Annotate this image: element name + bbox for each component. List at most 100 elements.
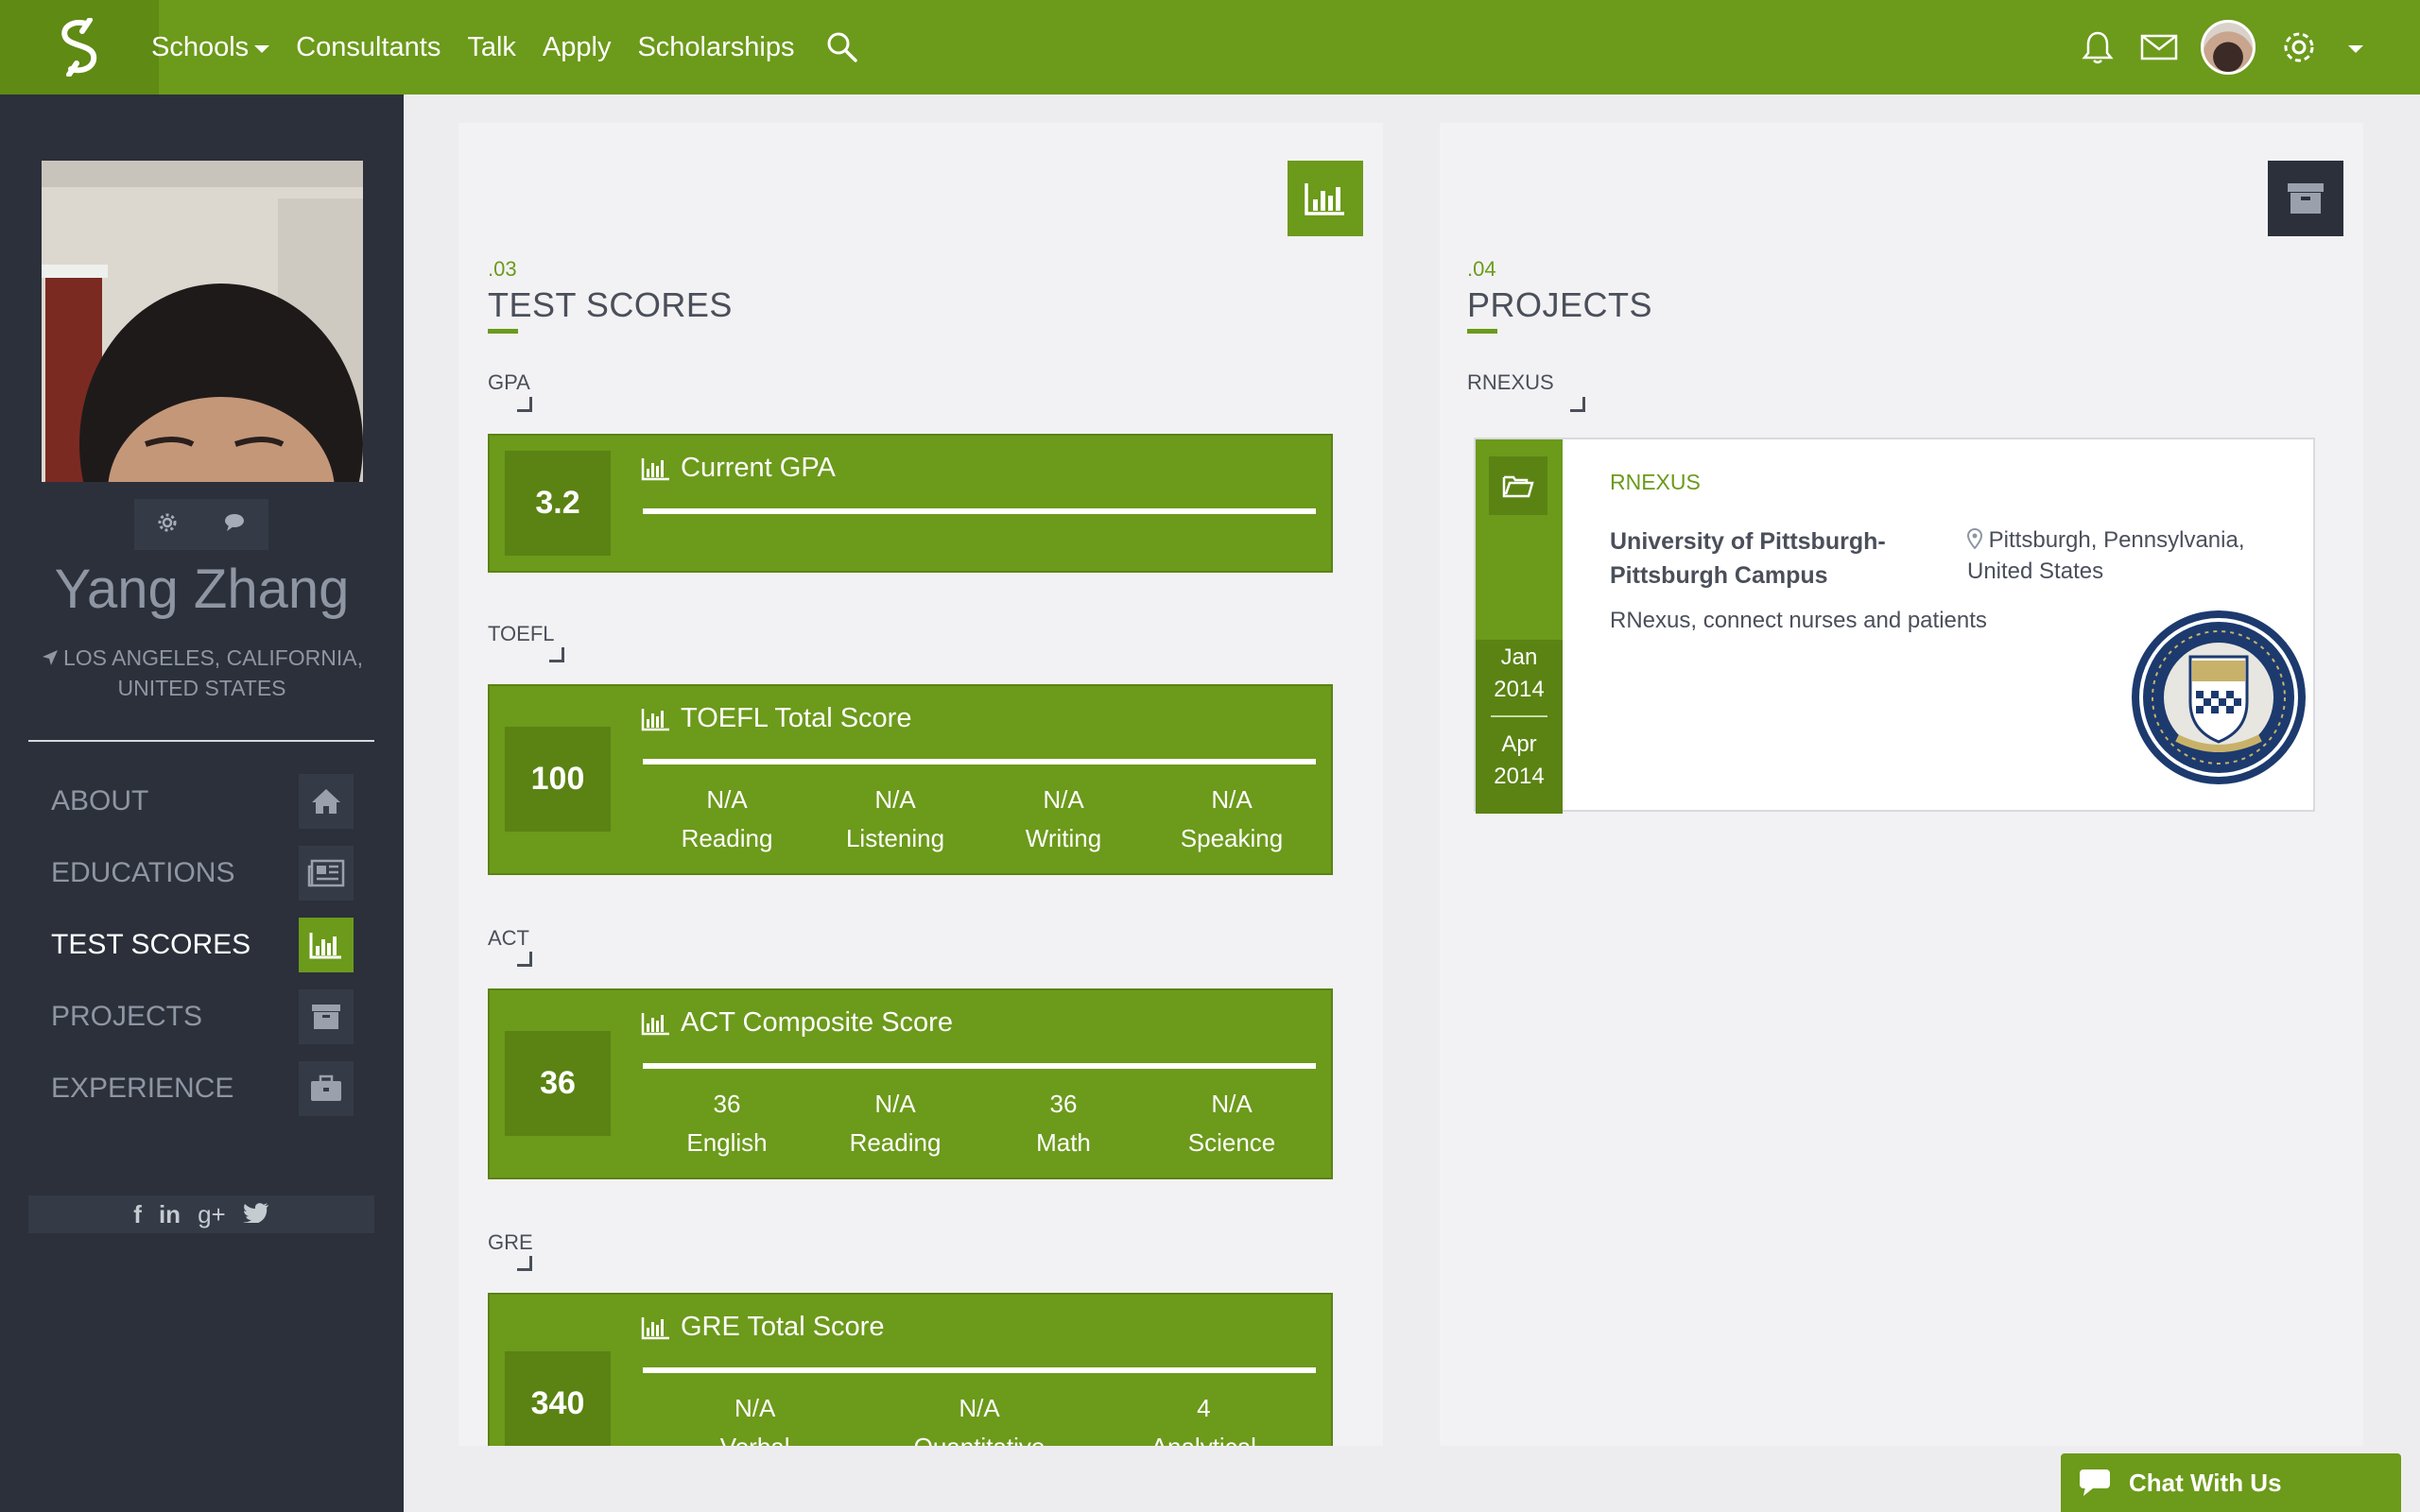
main-nav: Schools Consultants Talk Apply Scholarsh… [151, 0, 885, 94]
bar-chart-icon [641, 1316, 669, 1339]
nav-schools-label: Schools [151, 31, 250, 62]
google-plus-icon[interactable]: g+ [198, 1200, 226, 1229]
act-card: 36 ACT Composite Score 36 English N/A Read… [488, 988, 1333, 1179]
gpa-label: GPA [488, 370, 530, 394]
gpa-bar [643, 508, 1316, 514]
subscore: N/A Writing [979, 781, 1148, 858]
section-title: TEST SCORES [488, 285, 733, 324]
comment-icon [2080, 1469, 2110, 1496]
comment-icon[interactable] [223, 512, 246, 538]
gre-score: 340 [505, 1351, 611, 1446]
sidebar-item-about[interactable]: ABOUT [51, 765, 354, 837]
corner-mark [517, 1256, 532, 1271]
bar-chart-icon [641, 708, 669, 730]
sidebar-item-label: TEST SCORES [51, 929, 251, 960]
archive-icon [299, 989, 354, 1044]
sidebar: Yang Zhang LOS ANGELES, CALIFORNIA, UNIT… [0, 94, 404, 1512]
corner-mark [517, 952, 532, 967]
chevron-down-icon [254, 45, 270, 53]
subscore-name: Math [1036, 1128, 1091, 1157]
gear-icon[interactable] [157, 512, 178, 538]
subscore: N/A Listening [811, 781, 979, 858]
bar-chart-icon [1288, 161, 1363, 236]
subscore-name: Science [1187, 1128, 1276, 1157]
project-name[interactable]: RNEXUS [1610, 470, 1701, 495]
sidebar-item-experience[interactable]: EXPERIENCE [51, 1053, 354, 1125]
gpa-score: 3.2 [505, 451, 611, 556]
subscore: N/A Science [1148, 1085, 1316, 1162]
subscore: 36 Math [979, 1085, 1148, 1162]
corner-mark [517, 397, 532, 412]
subscore-value: N/A [1211, 1090, 1253, 1118]
mail-icon[interactable] [2140, 33, 2178, 61]
subscore: 36 English [643, 1085, 811, 1162]
university-seal [2128, 608, 2309, 787]
subscore: N/A Quantitative [867, 1389, 1091, 1446]
project-card[interactable]: Jan 2014 Apr 2014 RNEXUS University of Pit… [1474, 438, 2315, 814]
subscore-value: N/A [959, 1394, 1000, 1422]
gre-bar [643, 1367, 1316, 1373]
project-location-text: Pittsburgh, Pennsylvania, United States [1967, 527, 2245, 584]
sidebar-item-test-scores[interactable]: TEST SCORES [51, 909, 354, 981]
projects-panel: .04 PROJECTS RNEXUS Jan 2014 Apr 2014 RNEX… [1440, 123, 2363, 1446]
bell-icon[interactable] [2080, 29, 2116, 65]
end-date: Apr 2014 [1476, 729, 1563, 793]
chevron-down-icon[interactable] [2342, 42, 2363, 53]
gpa-card: 3.2 Current GPA [488, 434, 1333, 573]
nav-scholarships[interactable]: Scholarships [637, 32, 794, 63]
subscore: N/A Reading [643, 781, 811, 858]
twitter-icon[interactable] [242, 1200, 269, 1229]
act-label: ACT [488, 926, 529, 950]
chat-with-us-button[interactable]: Chat With Us [2061, 1453, 2401, 1512]
top-navbar: Schools Consultants Talk Apply Scholarsh… [0, 0, 2420, 94]
project-description: RNexus, connect nurses and patients [1610, 608, 1987, 633]
section-title: PROJECTS [1467, 285, 1653, 324]
toefl-subscores: N/A Reading N/A Listening N/A Writing N/A Sp… [643, 781, 1316, 858]
linkedin-icon[interactable]: in [159, 1200, 181, 1229]
project-group-label: RNEXUS [1467, 370, 1554, 394]
nav-schools[interactable]: Schools [151, 31, 270, 63]
section-number: .04 [1467, 257, 1496, 281]
gre-card: 340 GRE Total Score N/A Verbal N/A Quantit… [488, 1293, 1333, 1446]
subscore-value: N/A [874, 1090, 916, 1118]
subscore: N/A Reading [811, 1085, 979, 1162]
profile-location-text: LOS ANGELES, CALIFORNIA, UNITED STATES [63, 645, 363, 700]
date-divider [1491, 715, 1547, 717]
search-icon[interactable] [826, 31, 858, 63]
avatar[interactable] [2201, 20, 2256, 75]
nav-consultants[interactable]: Consultants [296, 32, 441, 63]
profile-name: Yang Zhang [54, 558, 350, 620]
nav-apply[interactable]: Apply [543, 32, 612, 63]
end-year: 2014 [1494, 764, 1545, 789]
subscore-value: 4 [1197, 1394, 1211, 1422]
test-scores-panel: .03 TEST SCORES GPA 3.2 Current GPA TOEF… [458, 123, 1383, 1446]
corner-mark [549, 647, 564, 662]
project-school[interactable]: University of Pittsburgh-Pittsburgh Camp… [1610, 524, 1931, 593]
sidebar-item-educations[interactable]: EDUCATIONS [51, 837, 354, 909]
gre-label: GRE [488, 1230, 533, 1254]
title-underline [488, 329, 518, 334]
project-rail [1476, 439, 1563, 640]
gpa-title-text: Current GPA [681, 453, 836, 483]
facebook-icon[interactable]: f [133, 1200, 142, 1229]
subscore-name: Listening [845, 824, 945, 852]
act-title-text: ACT Composite Score [681, 1007, 953, 1038]
subscore-name: Reading [681, 824, 773, 852]
toefl-score: 100 [505, 727, 611, 832]
gre-title: GRE Total Score [641, 1312, 884, 1343]
subscore-value: 36 [713, 1090, 741, 1118]
briefcase-icon [299, 1061, 354, 1116]
subscore: 4 Analytical [1092, 1389, 1316, 1446]
subscore-value: N/A [1211, 785, 1253, 814]
act-title: ACT Composite Score [641, 1007, 953, 1039]
sidebar-item-projects[interactable]: PROJECTS [51, 981, 354, 1053]
location-arrow-icon [43, 650, 58, 665]
gpa-title: Current GPA [641, 453, 836, 484]
logo[interactable] [0, 0, 159, 94]
act-score: 36 [505, 1031, 611, 1136]
gear-icon[interactable] [2280, 28, 2318, 66]
home-icon [299, 774, 354, 829]
sidebar-item-label: EXPERIENCE [51, 1073, 234, 1104]
sidebar-menu: ABOUT EDUCATIONS TEST SCORES PROJECTS EX… [51, 765, 354, 1125]
nav-talk[interactable]: Talk [467, 32, 516, 63]
